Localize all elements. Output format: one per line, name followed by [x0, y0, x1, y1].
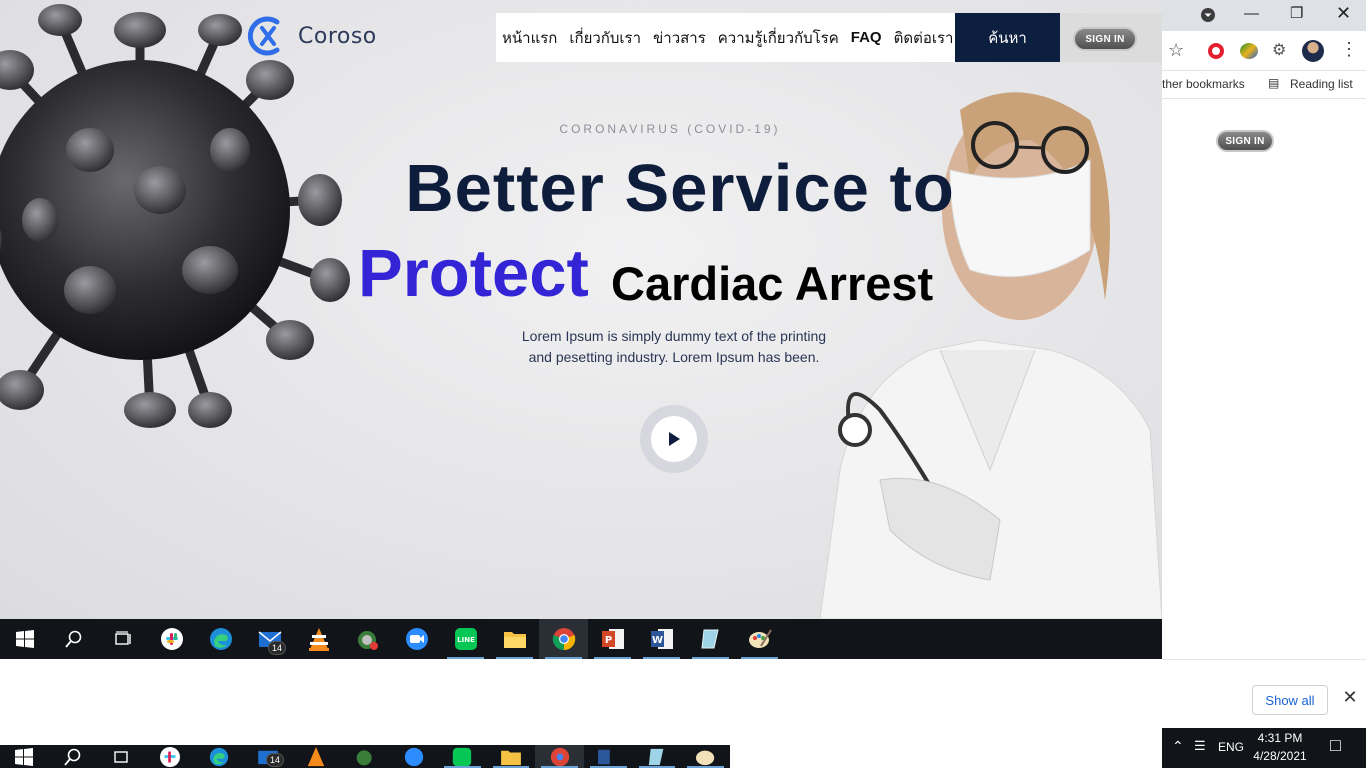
- play-button-inner: [651, 416, 697, 462]
- other-bookmarks-link[interactable]: ther bookmarks: [1162, 77, 1245, 91]
- task-view-icon[interactable]: [97, 745, 146, 768]
- reading-list-link[interactable]: Reading list: [1290, 77, 1353, 91]
- word-icon[interactable]: W: [637, 619, 686, 659]
- vlc-icon[interactable]: [294, 619, 343, 659]
- virus-illustration: [0, 4, 350, 428]
- clock-time[interactable]: 4:31 PM: [1250, 731, 1310, 745]
- hero-description-line2: and pesetting industry. Lorem Ipsum has …: [528, 349, 820, 365]
- svg-text:LINE: LINE: [457, 636, 475, 644]
- extensions-puzzle-icon[interactable]: ⚙: [1272, 40, 1286, 60]
- system-tray: ⌃ ☰ ENG 4:31 PM 4/28/2021 □: [1162, 728, 1366, 768]
- logo-text: Coroso: [298, 23, 377, 49]
- download-area: [0, 659, 1162, 745]
- site-logo[interactable]: Coroso: [244, 12, 384, 60]
- restore-icon[interactable]: ❐: [1290, 4, 1303, 22]
- slack-icon[interactable]: [146, 745, 195, 768]
- word-icon[interactable]: [584, 745, 633, 768]
- nav-item-news[interactable]: ข่าวสาร: [653, 26, 706, 50]
- browser-title-bar: — ❐ ✕: [1162, 0, 1366, 31]
- mail-icon[interactable]: 14: [245, 619, 294, 659]
- notepad-icon[interactable]: [633, 745, 682, 768]
- svg-text:P: P: [604, 635, 611, 646]
- opera-extension-icon[interactable]: [1208, 43, 1224, 59]
- search-button[interactable]: ค้นหา: [955, 13, 1060, 62]
- nav-item-about[interactable]: เกี่ยวกับเรา: [569, 26, 641, 50]
- signin-area: SIGN IN: [1060, 13, 1162, 62]
- zoom-icon[interactable]: [392, 619, 441, 659]
- hero-eyebrow: CORONAVIRUS (COVID-19): [559, 122, 781, 136]
- hero-headline-protect: Protect: [358, 236, 589, 311]
- chevron-up-icon[interactable]: ⌃: [1172, 738, 1184, 755]
- app-icon[interactable]: [343, 619, 392, 659]
- slack-icon[interactable]: [147, 619, 196, 659]
- chrome-icon[interactable]: [535, 745, 585, 768]
- browser-chrome-right: — ❐ ✕ ☆ ⚙ ⋮ ther bookmarks ▤ Reading lis…: [1162, 0, 1366, 100]
- powerpoint-icon[interactable]: P: [588, 619, 637, 659]
- hero-description: Lorem Ipsum is simply dummy text of the …: [460, 326, 888, 368]
- paint-icon[interactable]: [681, 745, 730, 768]
- mail-badge: 14: [267, 641, 286, 655]
- nav-item-faq[interactable]: FAQ: [851, 29, 882, 46]
- file-explorer-icon[interactable]: [487, 745, 536, 768]
- notepad-icon[interactable]: [686, 619, 735, 659]
- bookmark-star-icon[interactable]: ☆: [1168, 40, 1184, 61]
- clock-date[interactable]: 4/28/2021: [1246, 749, 1314, 763]
- task-view-icon[interactable]: [98, 619, 147, 659]
- nav-item-home[interactable]: หน้าแรก: [502, 26, 557, 50]
- file-explorer-icon[interactable]: [490, 619, 539, 659]
- downloads-shelf: Show all ✕: [1162, 659, 1366, 728]
- app-icon[interactable]: [341, 745, 390, 768]
- sign-in-button[interactable]: SIGN IN: [1073, 27, 1137, 51]
- coroso-logo-icon: [247, 16, 280, 56]
- nav-item-disease-knowledge[interactable]: ความรู้เกี่ยวกับโรค: [718, 26, 839, 50]
- bookmarks-bar: ther bookmarks ▤ Reading list: [1162, 71, 1366, 99]
- reading-list-icon[interactable]: ▤: [1268, 76, 1279, 90]
- line-icon[interactable]: LINE: [441, 619, 490, 659]
- play-video-button[interactable]: [640, 405, 708, 473]
- side-sign-in-button[interactable]: SIGN IN: [1216, 130, 1274, 152]
- network-icon[interactable]: ☰: [1194, 738, 1206, 754]
- minimize-icon[interactable]: —: [1244, 5, 1259, 22]
- start-icon[interactable]: [0, 745, 49, 768]
- vlc-icon[interactable]: [292, 745, 341, 768]
- windows-taskbar: 14 LINE P W: [0, 619, 1162, 659]
- svg-text:W: W: [651, 635, 662, 646]
- start-icon[interactable]: [0, 619, 49, 659]
- nav-item-contact[interactable]: ติดต่อเรา: [894, 26, 954, 50]
- show-all-button[interactable]: Show all: [1252, 685, 1328, 715]
- play-icon: [669, 432, 680, 446]
- search-icon[interactable]: [49, 619, 98, 659]
- extension-icon[interactable]: [1240, 43, 1258, 59]
- line-icon[interactable]: [438, 745, 487, 768]
- notifications-icon[interactable]: □: [1330, 735, 1341, 756]
- browser-toolbar: ☆ ⚙ ⋮: [1162, 31, 1366, 71]
- mail-icon[interactable]: 14: [243, 745, 292, 768]
- search-icon[interactable]: [49, 745, 98, 768]
- mail-badge: 14: [266, 753, 285, 767]
- hero-description-line1: Lorem Ipsum is simply dummy text of the …: [521, 328, 827, 344]
- main-navigation: หน้าแรก เกี่ยวกับเรา ข่าวสาร ความรู้เกี่…: [496, 13, 955, 62]
- windows-taskbar-secondary: 14: [0, 745, 730, 768]
- menu-kebab-icon[interactable]: ⋮: [1340, 39, 1358, 60]
- edge-icon[interactable]: [196, 619, 245, 659]
- chrome-icon[interactable]: [539, 619, 588, 659]
- hero-headline-overlay: Cardiac Arrest: [611, 257, 934, 310]
- close-downloads-icon[interactable]: ✕: [1340, 687, 1360, 711]
- close-window-icon[interactable]: ✕: [1336, 3, 1351, 24]
- hero-section: Coroso หน้าแรก เกี่ยวกับเรา ข่าวสาร ความ…: [0, 0, 1162, 619]
- edge-icon[interactable]: [195, 745, 244, 768]
- zoom-icon[interactable]: [389, 745, 438, 768]
- tab-dropdown-icon[interactable]: [1200, 7, 1216, 27]
- language-indicator[interactable]: ENG: [1218, 740, 1244, 754]
- paint-icon[interactable]: [735, 619, 784, 659]
- profile-avatar[interactable]: [1302, 40, 1324, 62]
- hero-headline-line1: Better Service to: [405, 151, 955, 226]
